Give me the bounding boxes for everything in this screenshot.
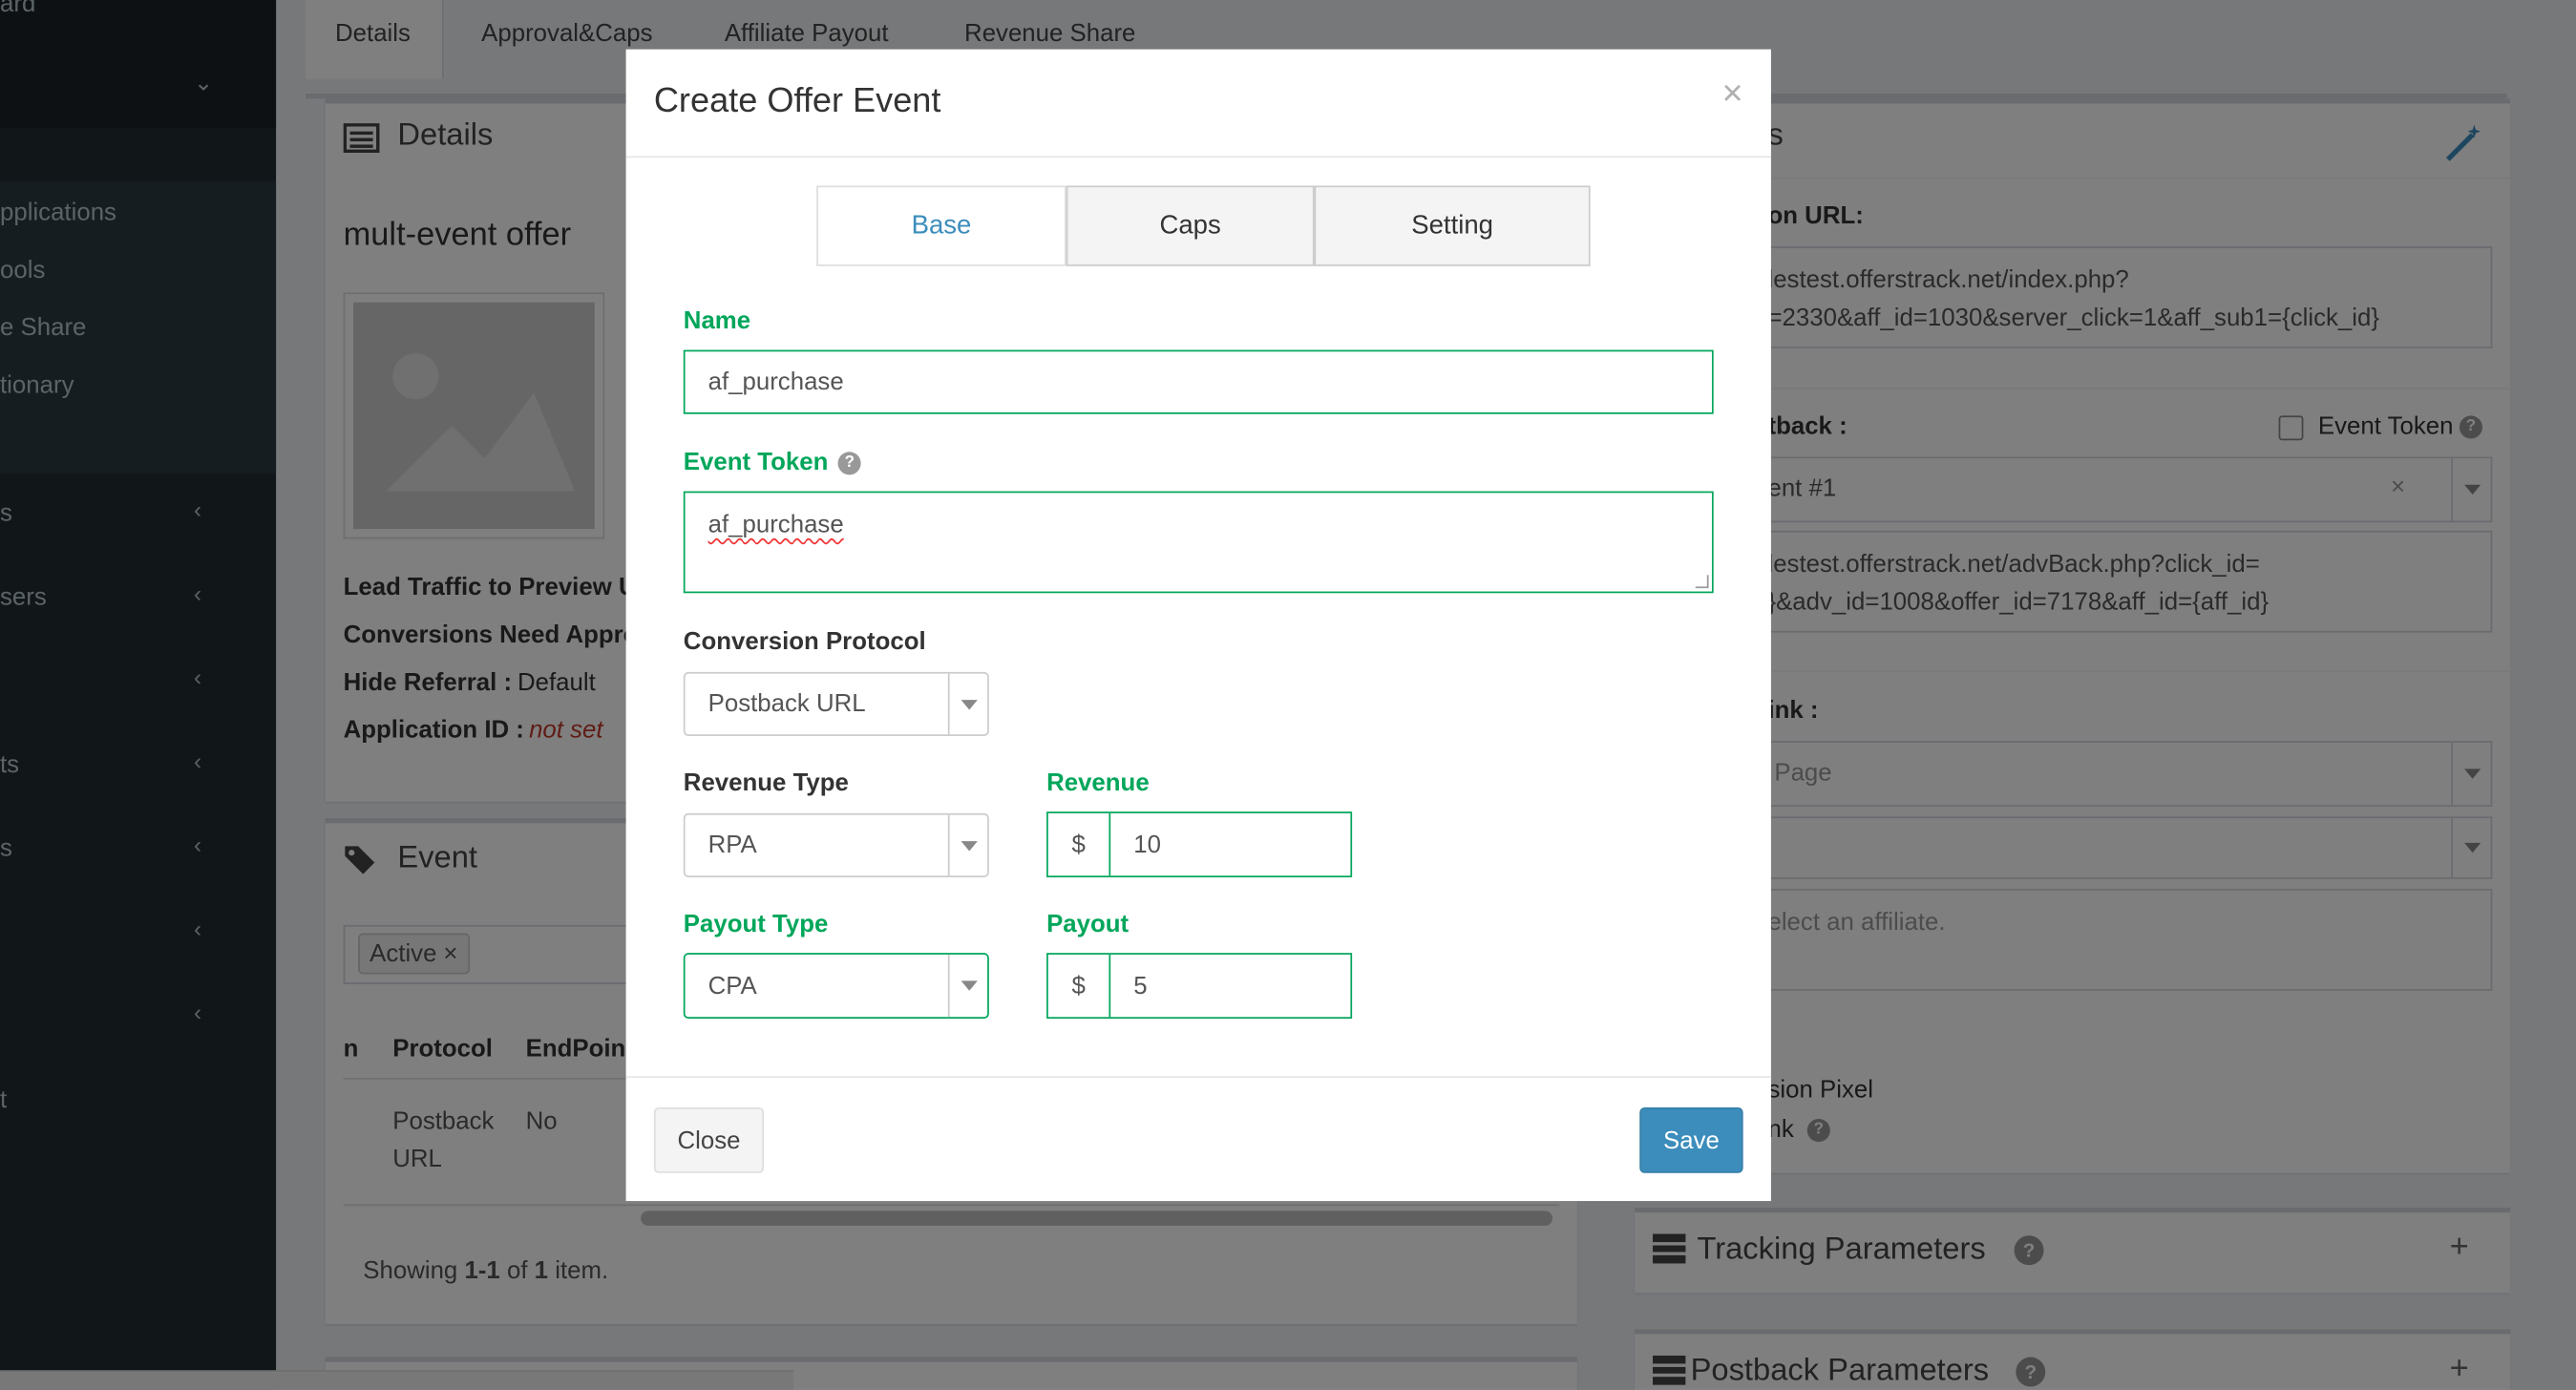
event-token-label: Event Token <box>683 448 829 477</box>
name-input[interactable]: af_purchase <box>683 349 1714 414</box>
event-token-textarea[interactable]: af_purchase <box>683 491 1714 594</box>
conversion-protocol-label: Conversion Protocol <box>683 627 926 656</box>
payout-type-label: Payout Type <box>683 910 829 938</box>
revenue-type-label: Revenue Type <box>683 769 849 797</box>
tab-caps[interactable]: Caps <box>1066 185 1315 266</box>
revenue-input[interactable]: 10 <box>1110 813 1350 875</box>
close-button[interactable]: Close <box>653 1106 765 1173</box>
caret-down-icon <box>961 840 978 851</box>
caret-down-icon <box>961 699 978 709</box>
payout-input-group: $ 5 <box>1046 953 1353 1020</box>
modal-footer: Close Save <box>625 1076 1771 1201</box>
resize-handle-icon[interactable] <box>1695 575 1709 589</box>
payout-input[interactable]: 5 <box>1110 955 1350 1017</box>
payout-type-select[interactable]: CPA <box>683 953 989 1020</box>
revenue-label: Revenue <box>1046 769 1150 797</box>
save-button[interactable]: Save <box>1639 1106 1743 1173</box>
create-offer-event-modal: Create Offer Event × Base Caps Setting N… <box>625 49 1771 1202</box>
name-label: Name <box>683 306 751 336</box>
modal-header: Create Offer Event × <box>625 50 1771 158</box>
help-icon[interactable]: ? <box>837 452 861 475</box>
revenue-type-select[interactable]: RPA <box>683 812 989 878</box>
currency-addon: $ <box>1048 812 1111 876</box>
modal-title: Create Offer Event <box>653 82 941 120</box>
tab-base[interactable]: Base <box>816 185 1066 266</box>
caret-down-icon <box>961 980 978 991</box>
tab-setting[interactable]: Setting <box>1314 185 1591 266</box>
event-token-label-row: Event Token? <box>684 449 861 476</box>
close-icon[interactable]: × <box>1722 74 1743 112</box>
payout-label: Payout <box>1046 910 1130 938</box>
conversion-protocol-select[interactable]: Postback URL <box>683 671 989 737</box>
revenue-input-group: $ 10 <box>1046 811 1353 878</box>
currency-addon: $ <box>1048 954 1111 1018</box>
